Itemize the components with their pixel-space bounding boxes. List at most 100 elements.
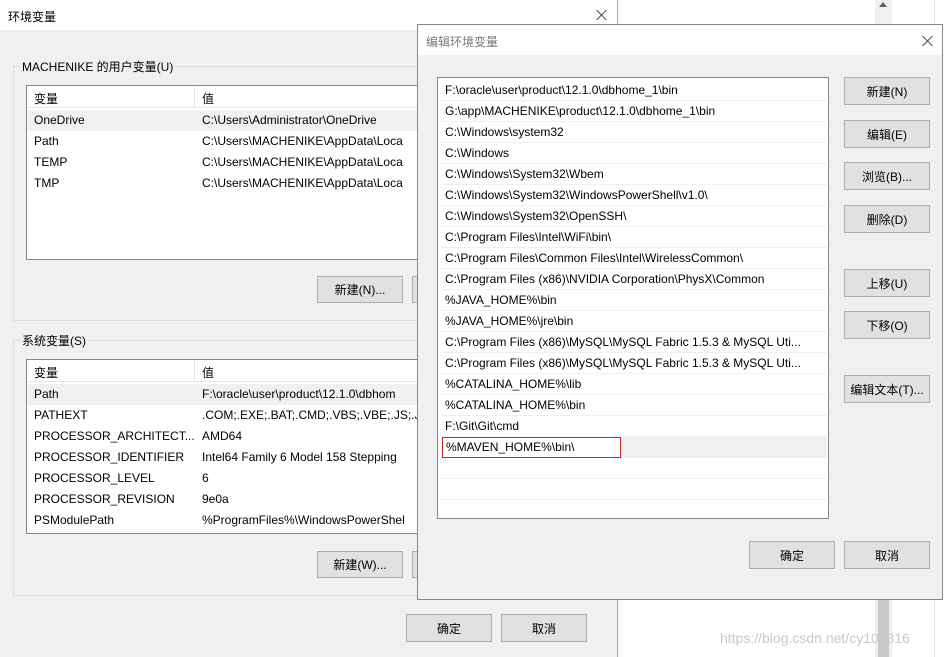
list-item[interactable]: C:\Program Files\Common Files\Intel\Wire… <box>441 248 827 269</box>
var-name: PSModulePath <box>34 513 115 527</box>
list-item[interactable]: G:\app\MACHENIKE\product\12.1.0\dbhome_1… <box>441 101 827 122</box>
system-variables-list[interactable]: 变量 值 Path F:\oracle\user\product\12.1.0\… <box>26 359 426 534</box>
table-row[interactable]: Path F:\oracle\user\product\12.1.0\dbhom <box>27 384 425 405</box>
path-text: C:\Program Files\Common Files\Intel\Wire… <box>445 251 744 265</box>
list-item[interactable]: C:\Windows\System32\WindowsPowerShell\v1… <box>441 185 827 206</box>
path-text: C:\Windows\system32 <box>445 125 564 139</box>
list-item[interactable]: %CATALINA_HOME%\bin <box>441 395 827 416</box>
table-row[interactable]: PROCESSOR_LEVEL 6 <box>27 468 425 489</box>
var-value: C:\Users\MACHENIKE\AppData\Loca <box>202 176 403 190</box>
list-item[interactable]: F:\Git\Git\cmd <box>441 416 827 437</box>
list-item[interactable]: C:\Windows\System32\Wbem <box>441 164 827 185</box>
user-variables-list[interactable]: 变量 值 OneDrive C:\Users\Administrator\One… <box>26 85 426 260</box>
var-name: PROCESSOR_ARCHITECT... <box>34 429 195 443</box>
user-variables-label: MACHENIKE 的用户变量(U) <box>20 58 176 75</box>
list-item-empty[interactable] <box>441 479 827 500</box>
close-icon[interactable] <box>594 7 610 23</box>
list-item[interactable]: C:\Program Files (x86)\MySQL\MySQL Fabri… <box>441 353 827 374</box>
var-value: 6 <box>202 471 209 485</box>
table-row[interactable]: TEMP C:\Users\MACHENIKE\AppData\Loca <box>27 152 425 173</box>
var-value: Intel64 Family 6 Model 158 Stepping <box>202 450 397 464</box>
browse-button[interactable]: 浏览(B)... <box>844 162 930 190</box>
path-text: C:\Windows\System32\WindowsPowerShell\v1… <box>445 188 708 202</box>
var-value: 9e0a <box>202 492 229 506</box>
path-text: %CATALINA_HOME%\bin <box>445 398 586 412</box>
list-item[interactable]: C:\Program Files\Intel\WiFi\bin\ <box>441 227 827 248</box>
table-row[interactable]: PROCESSOR_IDENTIFIER Intel64 Family 6 Mo… <box>27 447 425 468</box>
path-text: F:\Git\Git\cmd <box>445 419 520 433</box>
var-value: AMD64 <box>202 429 243 443</box>
col-variable[interactable]: 变量 <box>34 364 58 381</box>
col-value[interactable]: 值 <box>202 90 214 107</box>
env-cancel-button[interactable]: 取消 <box>501 614 587 642</box>
table-row[interactable]: TMP C:\Users\MACHENIKE\AppData\Loca <box>27 173 425 194</box>
list-item[interactable]: %CATALINA_HOME%\lib <box>441 374 827 395</box>
path-text: C:\Program Files (x86)\MySQL\MySQL Fabri… <box>445 356 801 370</box>
table-row[interactable]: Path C:\Users\MACHENIKE\AppData\Loca <box>27 131 425 152</box>
table-row[interactable]: PSModulePath %ProgramFiles%\WindowsPower… <box>27 510 425 531</box>
path-text: %CATALINA_HOME%\lib <box>445 377 582 391</box>
list-item[interactable]: %JAVA_HOME%\jre\bin <box>441 311 827 332</box>
list-item[interactable]: C:\Windows\System32\OpenSSH\ <box>441 206 827 227</box>
path-text: F:\oracle\user\product\12.1.0\dbhome_1\b… <box>445 83 678 97</box>
var-name: PATHEXT <box>34 408 88 422</box>
edit-button[interactable]: 编辑(E) <box>844 120 930 148</box>
var-value: C:\Users\MACHENIKE\AppData\Loca <box>202 155 403 169</box>
table-row[interactable]: PROCESSOR_ARCHITECT... AMD64 <box>27 426 425 447</box>
close-icon[interactable] <box>920 33 936 49</box>
system-vars-header: 变量 值 <box>27 360 425 382</box>
system-new-button[interactable]: 新建(W)... <box>317 551 403 578</box>
path-text: %MAVEN_HOME%\bin\ <box>446 440 575 454</box>
path-text: C:\Program Files (x86)\NVIDIA Corporatio… <box>445 272 765 286</box>
var-value: C:\Users\Administrator\OneDrive <box>202 113 377 127</box>
watermark: https://blog.csdn.net/cy101816 <box>720 630 910 646</box>
list-item[interactable]: F:\oracle\user\product\12.1.0\dbhome_1\b… <box>441 80 827 101</box>
delete-button[interactable]: 删除(D) <box>844 205 930 233</box>
var-value: C:\Users\MACHENIKE\AppData\Loca <box>202 134 403 148</box>
table-row[interactable]: PROCESSOR_REVISION 9e0a <box>27 489 425 510</box>
var-name: TMP <box>34 176 60 190</box>
system-variables-label: 系统变量(S) <box>20 332 88 349</box>
path-text: C:\Program Files (x86)\MySQL\MySQL Fabri… <box>445 335 801 349</box>
path-edit-input[interactable]: %MAVEN_HOME%\bin\ <box>442 437 621 458</box>
new-button[interactable]: 新建(N) <box>844 77 930 105</box>
list-item[interactable]: C:\Windows\system32 <box>441 122 827 143</box>
list-item-editing[interactable]: %MAVEN_HOME%\bin\ <box>441 437 827 458</box>
var-value: %ProgramFiles%\WindowsPowerShel <box>202 513 405 527</box>
table-row[interactable]: OneDrive C:\Users\Administrator\OneDrive <box>27 110 425 131</box>
path-text: C:\Windows <box>445 146 510 160</box>
list-item[interactable]: C:\Program Files (x86)\NVIDIA Corporatio… <box>441 269 827 290</box>
var-value: .COM;.EXE;.BAT;.CMD;.VBS;.VBE;.JS;.JS <box>202 408 426 422</box>
scroll-up-arrow-icon[interactable] <box>879 2 887 7</box>
move-up-button[interactable]: 上移(U) <box>844 269 930 297</box>
edit-cancel-button[interactable]: 取消 <box>844 541 930 569</box>
col-value[interactable]: 值 <box>202 364 214 381</box>
path-text: C:\Program Files\Intel\WiFi\bin\ <box>445 230 612 244</box>
user-new-button[interactable]: 新建(N)... <box>317 276 403 303</box>
var-name: PROCESSOR_REVISION <box>34 492 175 506</box>
edit-text-button[interactable]: 编辑文本(T)... <box>844 375 930 403</box>
var-name: Path <box>34 387 59 401</box>
env-dialog-title: 环境变量 <box>8 10 57 24</box>
var-name: TEMP <box>34 155 68 169</box>
list-item[interactable]: C:\Program Files (x86)\MySQL\MySQL Fabri… <box>441 332 827 353</box>
list-item-empty[interactable] <box>441 458 827 479</box>
edit-dialog-title: 编辑环境变量 <box>426 35 499 49</box>
path-list[interactable]: F:\oracle\user\product\12.1.0\dbhome_1\b… <box>437 77 829 519</box>
move-down-button[interactable]: 下移(O) <box>844 311 930 339</box>
edit-ok-button[interactable]: 确定 <box>749 541 835 569</box>
path-text: %JAVA_HOME%\jre\bin <box>445 314 574 328</box>
path-text: %JAVA_HOME%\bin <box>445 293 557 307</box>
path-text: C:\Windows\System32\Wbem <box>445 167 604 181</box>
table-row[interactable]: PATHEXT .COM;.EXE;.BAT;.CMD;.VBS;.VBE;.J… <box>27 405 425 426</box>
list-item[interactable]: %JAVA_HOME%\bin <box>441 290 827 311</box>
env-ok-button[interactable]: 确定 <box>406 614 492 642</box>
var-name: OneDrive <box>34 113 85 127</box>
path-text: C:\Windows\System32\OpenSSH\ <box>445 209 627 223</box>
var-name: Path <box>34 134 59 148</box>
col-variable[interactable]: 变量 <box>34 90 58 107</box>
var-value: F:\oracle\user\product\12.1.0\dbhom <box>202 387 396 401</box>
list-item[interactable]: C:\Windows <box>441 143 827 164</box>
edit-environment-variable-dialog: 编辑环境变量 F:\oracle\user\product\12.1.0\dbh… <box>417 24 943 600</box>
user-vars-header: 变量 值 <box>27 86 425 108</box>
